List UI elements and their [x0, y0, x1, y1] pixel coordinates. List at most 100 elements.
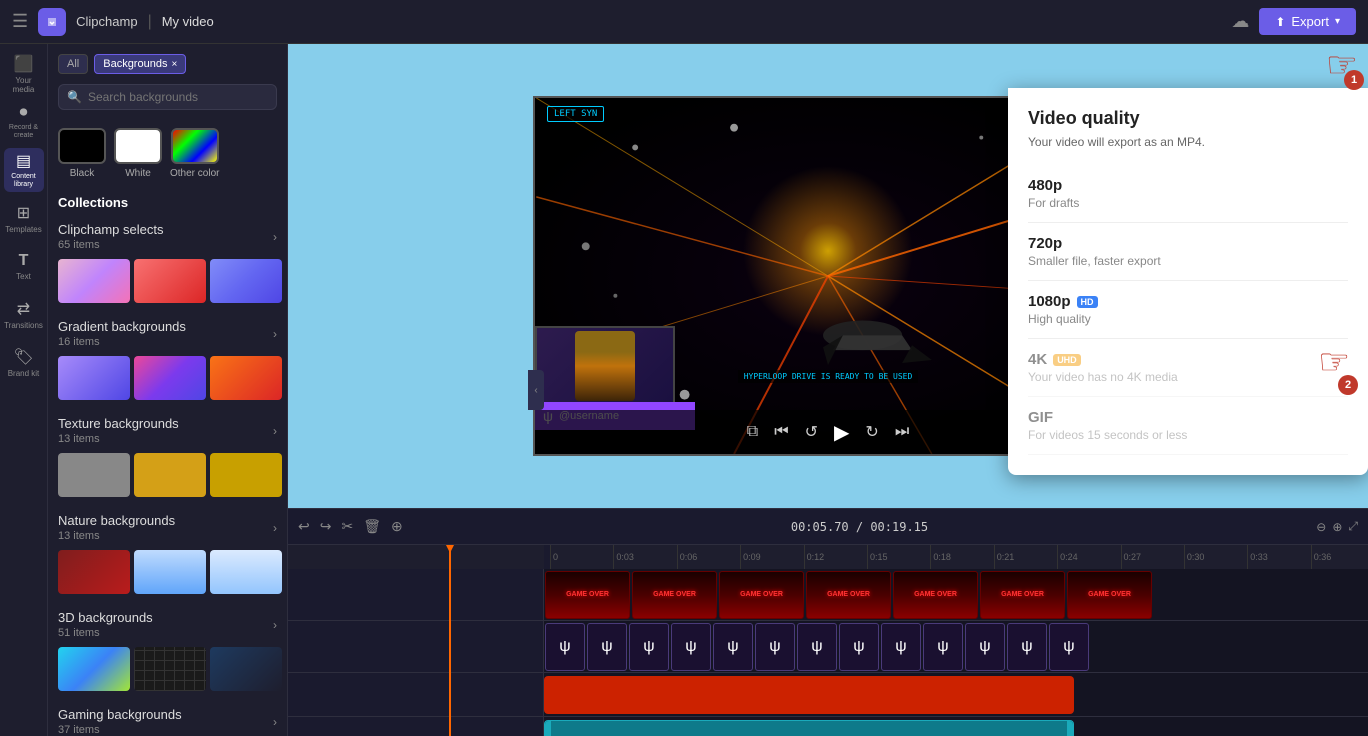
quality-option-gif[interactable]: GIF For videos 15 seconds or less — [1028, 397, 1348, 455]
texture-thumbs — [58, 453, 277, 497]
undo-button[interactable]: ↩ — [298, 518, 310, 535]
search-box[interactable]: 🔍 — [58, 84, 277, 110]
redo-button[interactable]: ↪ — [320, 518, 332, 535]
twitch-clip[interactable]: ψ — [713, 623, 753, 671]
thumb-item[interactable] — [134, 259, 206, 303]
add-media-button[interactable]: ⊕ — [391, 518, 403, 535]
gameover-clip[interactable] — [1067, 571, 1152, 619]
collapse-sidebar-button[interactable]: ‹ — [528, 370, 544, 410]
caption-button[interactable]: ⧉ — [747, 423, 758, 441]
cloud-sync-icon[interactable]: ☁ — [1231, 11, 1249, 32]
cyan-clip[interactable] — [544, 720, 1074, 736]
thumb-item[interactable] — [58, 259, 130, 303]
quality-option-4k[interactable]: 4K UHD Your video has no 4K media — [1028, 339, 1348, 397]
color-swatch-black[interactable]: Black — [58, 128, 106, 179]
twitch-clip[interactable]: ψ — [755, 623, 795, 671]
fit-timeline-button[interactable]: ⤢ — [1348, 519, 1358, 534]
thumb-item[interactable] — [210, 647, 282, 691]
thumb-item[interactable] — [210, 453, 282, 497]
collection-header-gradient[interactable]: Gradient backgrounds 16 items › — [58, 319, 277, 348]
sidebar-item-text[interactable]: T Text — [4, 244, 44, 288]
sidebar-item-record[interactable]: ⏺ Record & create — [4, 100, 44, 144]
sidebar: All Backgrounds × 🔍 Black White — [48, 44, 288, 736]
thumb-item[interactable] — [58, 453, 130, 497]
thumb-item[interactable] — [134, 647, 206, 691]
collection-header-3d[interactable]: 3D backgrounds 51 items › — [58, 610, 277, 639]
twitch-clip[interactable]: ψ — [881, 623, 921, 671]
quality-option-480p[interactable]: 480p For drafts — [1028, 165, 1348, 223]
delete-button[interactable]: 🗑 — [363, 518, 381, 535]
collection-header-gaming[interactable]: Gaming backgrounds 37 items › — [58, 707, 277, 736]
collection-header-texture[interactable]: Texture backgrounds 13 items › — [58, 416, 277, 445]
thumb-item[interactable] — [210, 356, 282, 400]
transitions-icon: ⇄ — [17, 299, 30, 319]
record-icon: ⏺ — [19, 104, 27, 122]
export-button[interactable]: ⬆ Export ▾ — [1259, 8, 1356, 35]
twitch-clip[interactable]: ψ — [1049, 623, 1089, 671]
hamburger-menu[interactable]: ☰ — [12, 11, 28, 32]
twitch-clip[interactable]: ψ — [797, 623, 837, 671]
quality-option-1080p[interactable]: 1080p HD High quality — [1028, 281, 1348, 339]
sidebar-item-content-library[interactable]: ▤ Content library — [4, 148, 44, 192]
chevron-right-icon: › — [273, 715, 277, 729]
gameover-clip[interactable] — [980, 571, 1065, 619]
export-quality-popup: ☞ 1 Video quality Your video will export… — [1008, 88, 1368, 475]
skip-back-button[interactable]: ⏮ — [774, 423, 788, 441]
sidebar-item-brand-kit[interactable]: 🏷 Brand kit — [4, 340, 44, 384]
twitch-clip[interactable]: ψ — [965, 623, 1005, 671]
twitch-clip[interactable]: ψ — [545, 623, 585, 671]
thumb-item[interactable] — [134, 453, 206, 497]
gameover-track-content[interactable] — [544, 569, 1368, 620]
track-twitch: ψ ψ ψ ψ ψ ψ ψ ψ ψ ψ ψ ψ ψ — [288, 621, 1368, 673]
play-button[interactable]: ▶ — [834, 420, 849, 445]
video-title[interactable]: My video — [162, 14, 214, 29]
thumb-item[interactable] — [58, 356, 130, 400]
sidebar-item-templates[interactable]: ⊞ Templates — [4, 196, 44, 240]
cut-button[interactable]: ✂ — [341, 518, 353, 535]
sidebar-item-your-media[interactable]: ⬛ Your media — [4, 52, 44, 96]
export-popup-title: Video quality — [1028, 108, 1348, 129]
thumb-item[interactable] — [58, 647, 130, 691]
twitch-clip[interactable]: ψ — [1007, 623, 1047, 671]
other-color-swatch — [171, 128, 219, 164]
twitch-clip[interactable]: ψ — [629, 623, 669, 671]
twitch-clip[interactable]: ψ — [671, 623, 711, 671]
search-input[interactable] — [88, 90, 268, 104]
filter-backgrounds-tag[interactable]: Backgrounds × — [94, 54, 186, 74]
cyan-handle-left[interactable] — [545, 721, 551, 736]
quality-option-720p[interactable]: 720p Smaller file, faster export — [1028, 223, 1348, 281]
filter-all-button[interactable]: All — [58, 54, 88, 74]
red-audio-clip[interactable] — [544, 676, 1074, 714]
thumb-item[interactable] — [134, 356, 206, 400]
gameover-clip[interactable] — [545, 571, 630, 619]
remove-filter-icon[interactable]: × — [171, 59, 177, 70]
twitch-track-content[interactable]: ψ ψ ψ ψ ψ ψ ψ ψ ψ ψ ψ ψ ψ — [544, 621, 1368, 672]
track-label-cyan — [288, 717, 544, 736]
collection-header-nature[interactable]: Nature backgrounds 13 items › — [58, 513, 277, 542]
zoom-in-button[interactable]: ⊕ — [1332, 520, 1342, 534]
rewind-button[interactable]: ↺ — [805, 422, 818, 442]
twitch-clip[interactable]: ψ — [923, 623, 963, 671]
gameover-clip[interactable] — [719, 571, 804, 619]
zoom-out-button[interactable]: ⊖ — [1316, 520, 1326, 534]
gameover-clip[interactable] — [632, 571, 717, 619]
color-swatch-white[interactable]: White — [114, 128, 162, 179]
sidebar-item-transitions[interactable]: ⇄ Transitions — [4, 292, 44, 336]
gameover-clip[interactable] — [893, 571, 978, 619]
twitch-clip[interactable]: ψ — [587, 623, 627, 671]
color-swatch-other[interactable]: Other color — [170, 128, 219, 179]
cyan-track-content[interactable] — [544, 717, 1368, 736]
thumb-item[interactable] — [134, 550, 206, 594]
thumb-item[interactable] — [58, 550, 130, 594]
thumb-item[interactable] — [210, 259, 282, 303]
cyan-handle-right[interactable] — [1067, 721, 1073, 736]
gameover-clip[interactable] — [806, 571, 891, 619]
skip-forward-button[interactable]: ⏭ — [895, 423, 909, 441]
chevron-right-icon: › — [273, 230, 277, 244]
fast-forward-button[interactable]: ↻ — [865, 422, 878, 442]
red-track-content[interactable] — [544, 673, 1368, 716]
collection-header-clipchamp[interactable]: Clipchamp selects 65 items › — [58, 222, 277, 251]
search-icon: 🔍 — [67, 90, 82, 104]
twitch-clip[interactable]: ψ — [839, 623, 879, 671]
thumb-item[interactable] — [210, 550, 282, 594]
